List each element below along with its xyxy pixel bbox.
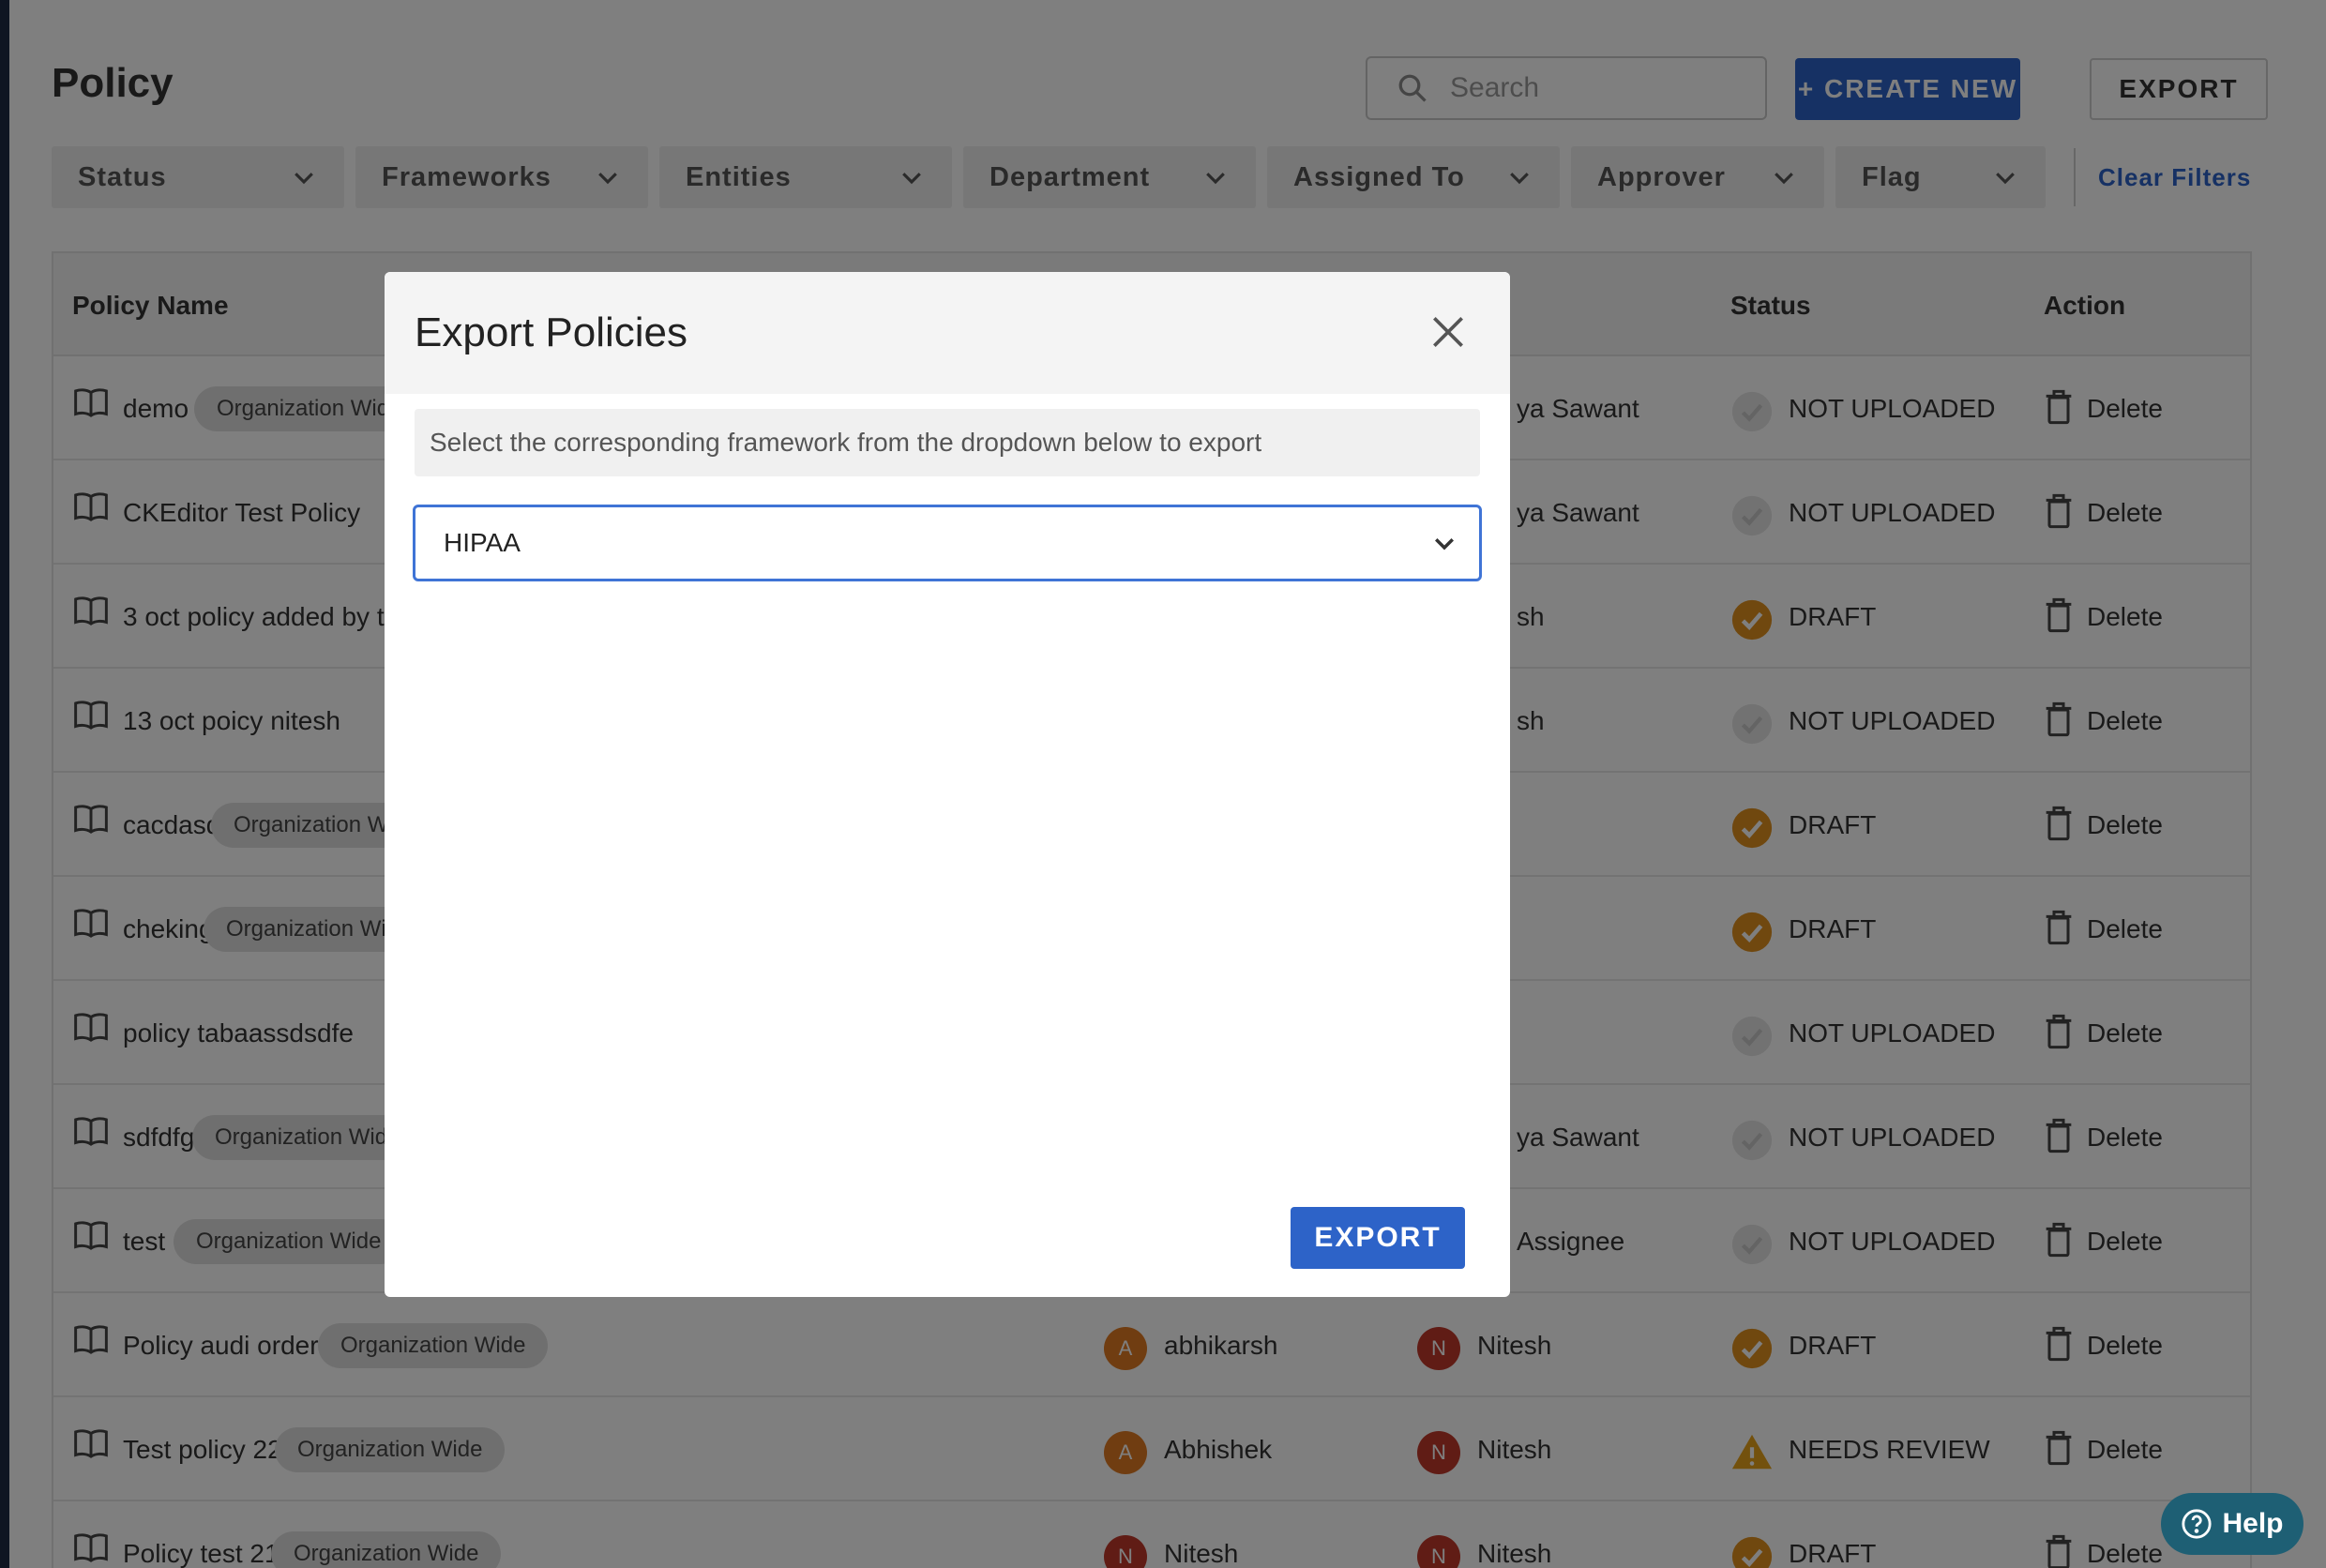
export-policies-modal: Export Policies Select the corresponding… bbox=[385, 272, 1510, 1297]
modal-title: Export Policies bbox=[415, 309, 688, 355]
framework-select[interactable]: HIPAA bbox=[413, 505, 1482, 581]
close-icon[interactable] bbox=[1427, 311, 1469, 353]
modal-export-button[interactable]: EXPORT bbox=[1291, 1207, 1465, 1269]
help-label: Help bbox=[2222, 1508, 2284, 1539]
help-button[interactable]: Help bbox=[2161, 1493, 2303, 1555]
chevron-down-icon bbox=[1435, 538, 1454, 550]
modal-header: Export Policies bbox=[385, 272, 1510, 394]
framework-select-value: HIPAA bbox=[444, 528, 521, 557]
question-icon bbox=[2182, 1509, 2213, 1539]
modal-hint-text: Select the corresponding framework from … bbox=[415, 409, 1480, 476]
